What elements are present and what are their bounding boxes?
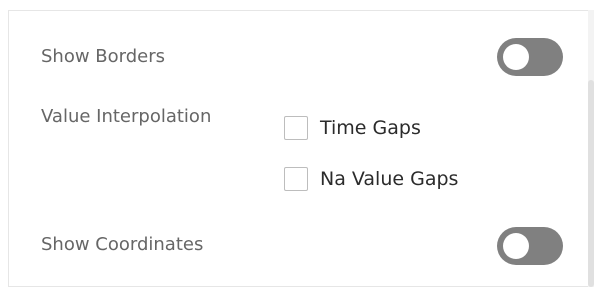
time-gaps-option[interactable]: Time Gaps <box>284 116 421 140</box>
scrollbar-thumb[interactable] <box>588 80 594 287</box>
show-coordinates-toggle[interactable] <box>497 227 563 265</box>
show-coordinates-label: Show Coordinates <box>41 234 204 255</box>
toggle-knob <box>503 44 529 70</box>
time-gaps-label: Time Gaps <box>320 117 421 139</box>
na-value-gaps-checkbox[interactable] <box>284 167 308 191</box>
na-value-gaps-label: Na Value Gaps <box>320 168 459 190</box>
show-borders-toggle[interactable] <box>497 38 563 76</box>
time-gaps-checkbox[interactable] <box>284 116 308 140</box>
na-value-gaps-option[interactable]: Na Value Gaps <box>284 167 458 191</box>
toggle-knob <box>503 233 529 259</box>
value-interpolation-label: Value Interpolation <box>41 106 212 127</box>
show-borders-label: Show Borders <box>41 46 166 67</box>
